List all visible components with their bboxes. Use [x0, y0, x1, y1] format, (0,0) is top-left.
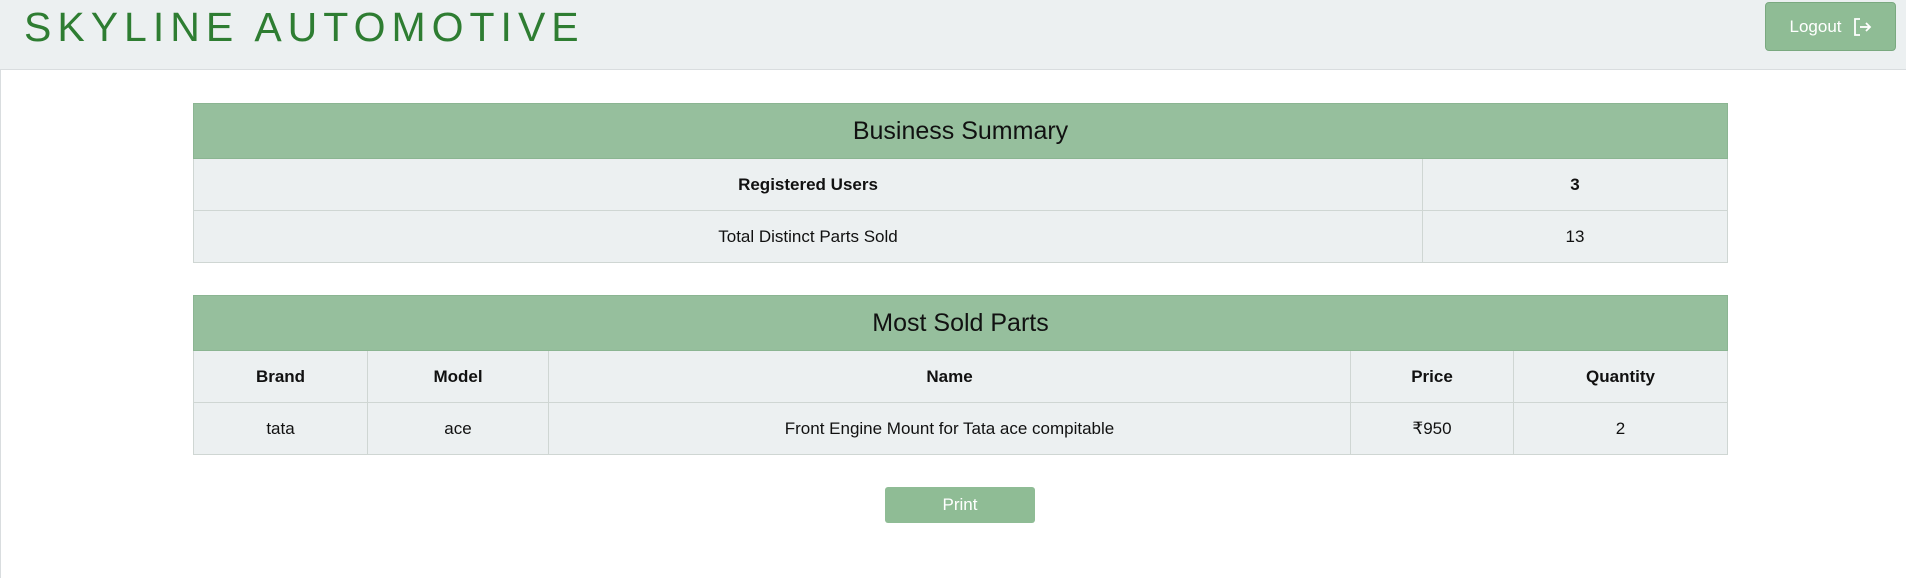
parts-sold-value: 13: [1421, 210, 1729, 263]
logout-label: Logout: [1789, 16, 1842, 36]
registered-users-label: Registered Users: [193, 158, 1423, 211]
cell-price: ₹950: [1350, 402, 1514, 455]
cell-quantity: 2: [1512, 402, 1729, 455]
column-header-price: Price: [1350, 350, 1514, 403]
most-sold-parts-title: Most Sold Parts: [192, 295, 1729, 351]
cell-name: Front Engine Mount for Tata ace compitab…: [548, 402, 1351, 455]
most-sold-parts-table: Most Sold Parts Brand Model Name Price Q…: [192, 295, 1729, 455]
business-summary-table: Business Summary Registered Users 3 Tota…: [192, 103, 1729, 263]
print-button[interactable]: Print: [885, 487, 1035, 523]
cell-model: ace: [367, 402, 549, 455]
logout-icon: [1852, 17, 1872, 37]
column-header-brand: Brand: [193, 350, 368, 403]
table-header-row: Brand Model Name Price Quantity: [193, 350, 1729, 403]
parts-sold-label: Total Distinct Parts Sold: [193, 210, 1423, 263]
cell-brand: tata: [193, 402, 368, 455]
brand-title: SKYLINE AUTOMOTIVE: [24, 4, 585, 50]
column-header-model: Model: [367, 350, 549, 403]
table-row: Total Distinct Parts Sold 13: [193, 210, 1729, 263]
page-border: [0, 70, 1, 578]
registered-users-value: 3: [1421, 158, 1729, 211]
table-row: Registered Users 3: [193, 158, 1729, 211]
business-summary-title: Business Summary: [192, 103, 1729, 159]
logout-button[interactable]: Logout: [1765, 2, 1896, 51]
column-header-quantity: Quantity: [1512, 350, 1729, 403]
column-header-name: Name: [548, 350, 1351, 403]
top-bar: SKYLINE AUTOMOTIVE Logout: [0, 0, 1906, 70]
table-row: tata ace Front Engine Mount for Tata ace…: [193, 402, 1729, 455]
